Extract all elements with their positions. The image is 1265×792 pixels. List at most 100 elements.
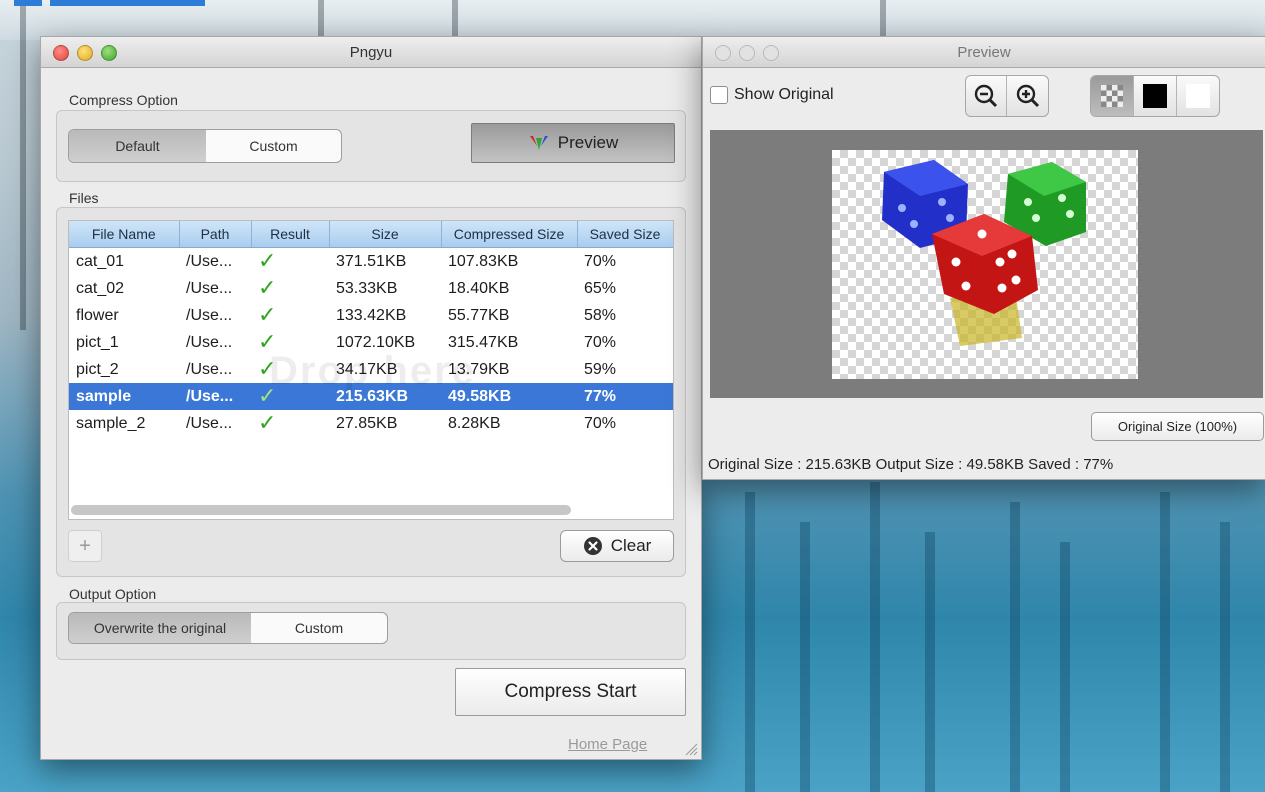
water-reflection (1060, 542, 1070, 792)
table-header-row: File Name Path Result Size Compressed Si… (69, 221, 673, 248)
clear-button[interactable]: Clear (560, 530, 674, 562)
cell-size: 27.85KB (336, 414, 398, 432)
cell-result: ✓ (251, 329, 329, 356)
cell-path: /Use... (179, 383, 251, 410)
snowy-trees (0, 0, 1265, 40)
preview-titlebar[interactable]: Preview (703, 37, 1265, 68)
cell-saved-size: 58% (584, 306, 617, 324)
cell-result: ✓ (251, 248, 329, 276)
checkmark-icon: ✓ (258, 302, 277, 327)
show-original-label: Show Original (734, 86, 834, 103)
zoom-window-button[interactable] (763, 45, 779, 61)
table-row[interactable]: cat_01 /Use... ✓ 371.51KB 107.83KB 70% (69, 248, 673, 276)
preview-status-line: Original Size : 215.63KB Output Size : 4… (708, 456, 1114, 473)
cell-file-name: pict_2 (76, 360, 119, 378)
col-file-name[interactable]: File Name (69, 221, 180, 248)
output-option-label: Output Option (69, 586, 157, 602)
tree-trunk (452, 0, 458, 40)
files-table[interactable]: File Name Path Result Size Compressed Si… (68, 220, 674, 520)
cell-compressed-size: 13.79KB (448, 360, 510, 378)
water-reflection (870, 482, 880, 792)
cell-size: 53.33KB (336, 279, 398, 297)
cell-size: 1072.10KB (336, 333, 416, 351)
cell-saved-size: 65% (584, 279, 617, 297)
original-size-button[interactable]: Original Size (100%) (1091, 412, 1264, 441)
table-row[interactable]: cat_02 /Use... ✓ 53.33KB 18.40KB 65% (69, 275, 673, 302)
clear-x-icon (583, 537, 602, 555)
checkbox-box[interactable] (710, 86, 728, 104)
table-row[interactable]: sample_2 /Use... ✓ 27.85KB 8.28KB 70% (69, 410, 673, 437)
table-row[interactable]: pict_2 /Use... ✓ 34.17KB 13.79KB 59% (69, 356, 673, 383)
zoom-out-icon[interactable] (966, 76, 1007, 116)
compress-option-label: Compress Option (69, 92, 178, 108)
cell-compressed-size: 55.77KB (448, 306, 510, 324)
checkmark-icon: ✓ (258, 275, 277, 300)
table-row[interactable]: flower /Use... ✓ 133.42KB 55.77KB 58% (69, 302, 673, 329)
preview-button-label: Preview (557, 133, 619, 152)
tab-overwrite-original[interactable]: Overwrite the original (69, 613, 251, 643)
water-reflection (745, 492, 755, 792)
home-page-link[interactable]: Home Page (568, 736, 647, 753)
cell-compressed-size: 315.47KB (448, 333, 519, 351)
cell-file-name: sample (69, 383, 179, 410)
zoom-window-button[interactable] (101, 45, 117, 61)
white-bg-icon[interactable] (1176, 76, 1219, 116)
output-option-segmented: Overwrite the original Custom (68, 612, 388, 644)
col-size[interactable]: Size (329, 221, 442, 248)
cell-result: ✓ (251, 302, 329, 329)
resize-grip-icon[interactable] (684, 742, 698, 756)
checkmark-icon: ✓ (258, 410, 277, 435)
tab-default[interactable]: Default (69, 130, 206, 162)
preview-button[interactable]: Preview (471, 123, 675, 163)
minimize-window-button[interactable] (739, 45, 755, 61)
cell-compressed-size: 18.40KB (448, 279, 510, 297)
tree-trunk (880, 0, 886, 40)
minimize-window-button[interactable] (77, 45, 93, 61)
close-window-button[interactable] (715, 45, 731, 61)
cell-result: ✓ (251, 275, 329, 302)
checkmark-icon: ✓ (258, 329, 277, 354)
cell-compressed-size: 8.28KB (448, 414, 501, 432)
cell-file-name: flower (76, 306, 119, 324)
water-reflection (1160, 492, 1170, 792)
close-window-button[interactable] (53, 45, 69, 61)
table-row-selected[interactable]: sample /Use... ✓ 215.63KB 49.58KB 77% (69, 383, 673, 410)
black-bg-icon[interactable] (1132, 76, 1177, 116)
pngyu-logo-icon (529, 136, 548, 150)
col-result[interactable]: Result (251, 221, 330, 248)
col-compressed-size[interactable]: Compressed Size (441, 221, 578, 248)
corner-blue-icon[interactable] (14, 0, 42, 6)
compress-start-button[interactable]: Compress Start (455, 668, 686, 716)
cell-file-name: sample_2 (76, 414, 146, 432)
water-reflection (1010, 502, 1020, 792)
checkmark-icon: ✓ (258, 383, 277, 408)
cell-saved-size: 77% (577, 383, 673, 410)
cell-path: /Use... (186, 333, 233, 351)
window-title: Pngyu (349, 43, 393, 61)
main-titlebar[interactable]: Pngyu (41, 37, 701, 68)
col-saved-size[interactable]: Saved Size (577, 221, 673, 248)
cell-path: /Use... (186, 306, 233, 324)
zoom-controls (965, 75, 1049, 117)
dice-image (882, 160, 1086, 346)
checker-icon[interactable] (1091, 76, 1133, 116)
tab-custom[interactable]: Custom (206, 130, 341, 162)
add-file-button[interactable]: + (68, 530, 102, 562)
horizontal-scrollbar[interactable] (71, 505, 571, 515)
show-original-checkbox[interactable]: Show Original (710, 86, 834, 104)
cell-path: /Use... (186, 252, 233, 270)
table-row[interactable]: pict_1 /Use... ✓ 1072.10KB 315.47KB 70% (69, 329, 673, 356)
tab-output-custom[interactable]: Custom (251, 613, 387, 643)
cell-size: 133.42KB (336, 306, 407, 324)
cell-path: /Use... (186, 360, 233, 378)
cell-result: ✓ (251, 383, 329, 410)
tree-trunk (318, 0, 324, 40)
col-path[interactable]: Path (179, 221, 252, 248)
cell-size: 215.63KB (329, 383, 441, 410)
cell-saved-size: 59% (584, 360, 617, 378)
zoom-in-icon[interactable] (1007, 76, 1048, 116)
cell-path: /Use... (186, 414, 233, 432)
cell-file-name: pict_1 (76, 333, 119, 351)
corner-blue-bar[interactable] (50, 0, 205, 6)
cell-compressed-size: 107.83KB (448, 252, 519, 270)
